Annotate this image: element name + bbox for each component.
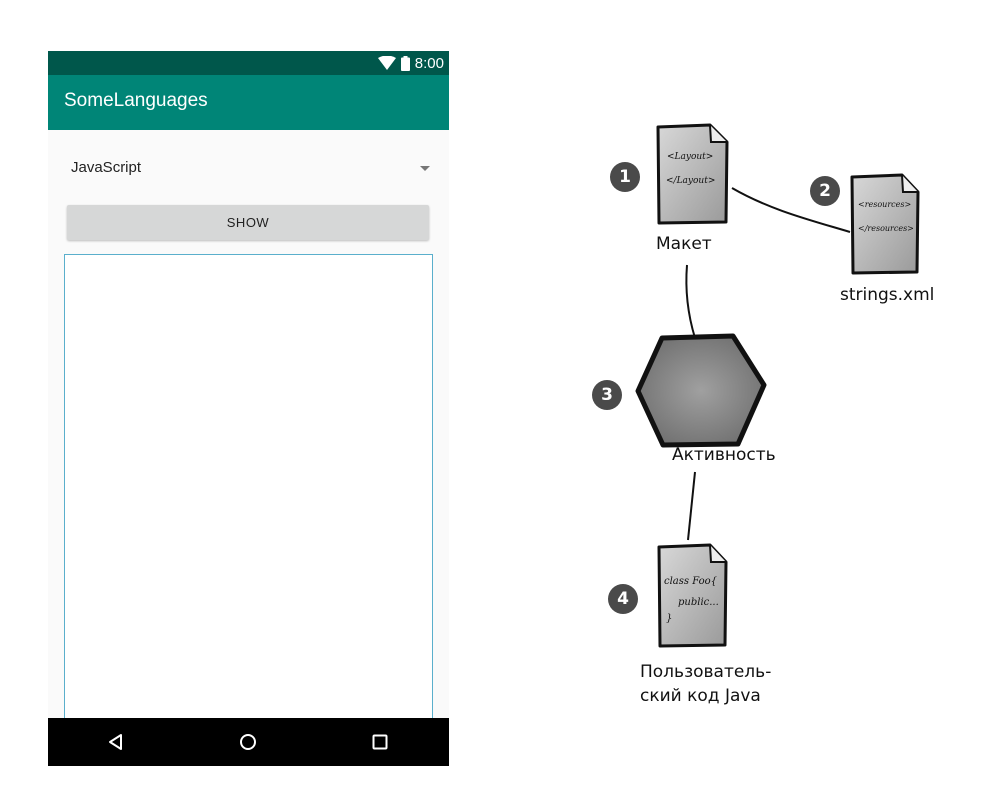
battery-icon xyxy=(400,55,410,71)
app-title: SomeLanguages xyxy=(64,90,208,111)
step-badge-3: 3 xyxy=(592,380,622,410)
java-doc-line-3: } xyxy=(666,613,673,624)
strings-label: strings.xml xyxy=(840,285,935,305)
layout-doc-line-1: <Layout> xyxy=(667,152,714,162)
home-icon[interactable] xyxy=(236,730,260,754)
layout-doc-line-2: </Layout> xyxy=(666,176,716,186)
step-badge-2: 2 xyxy=(810,176,840,206)
strings-doc-line-2: </resources> xyxy=(858,224,914,233)
spinner-selected-value: JavaScript xyxy=(71,159,142,176)
wifi-icon xyxy=(377,56,396,70)
java-label-line-2: ский код Java xyxy=(640,686,761,706)
activity-label: Активность xyxy=(672,445,776,465)
layout-label: Макет xyxy=(656,234,712,254)
result-text-area xyxy=(64,254,433,725)
diagram-connectors xyxy=(635,123,920,648)
language-spinner[interactable]: JavaScript xyxy=(60,149,437,189)
java-doc-line-1: class Foo{ xyxy=(664,576,717,587)
show-button[interactable]: SHOW xyxy=(67,205,429,240)
strings-doc-line-1: <resources> xyxy=(858,200,912,209)
java-label-line-1: Пользователь- xyxy=(640,662,772,682)
back-icon[interactable] xyxy=(104,730,128,754)
phone-screen: 8:00 SomeLanguages JavaScript SHOW xyxy=(48,51,449,766)
status-bar: 8:00 xyxy=(48,51,449,75)
status-time: 8:00 xyxy=(414,54,444,72)
connector-activity-java xyxy=(687,471,696,541)
java-document-icon xyxy=(657,543,728,648)
dropdown-arrow-icon xyxy=(420,166,430,171)
navigation-bar xyxy=(48,718,449,766)
step-badge-4: 4 xyxy=(608,584,638,614)
step-badge-1: 1 xyxy=(610,162,640,192)
recents-icon[interactable] xyxy=(368,730,392,754)
app-bar: SomeLanguages xyxy=(48,75,449,130)
architecture-diagram: <Layout> </Layout> <resources> </resourc… xyxy=(560,100,980,740)
java-doc-line-2: public... xyxy=(678,597,719,608)
connector-layout-activity xyxy=(685,264,696,339)
layout-document-icon xyxy=(656,123,729,225)
activity-hexagon-icon xyxy=(635,333,767,448)
status-icons: 8:00 xyxy=(377,54,444,72)
